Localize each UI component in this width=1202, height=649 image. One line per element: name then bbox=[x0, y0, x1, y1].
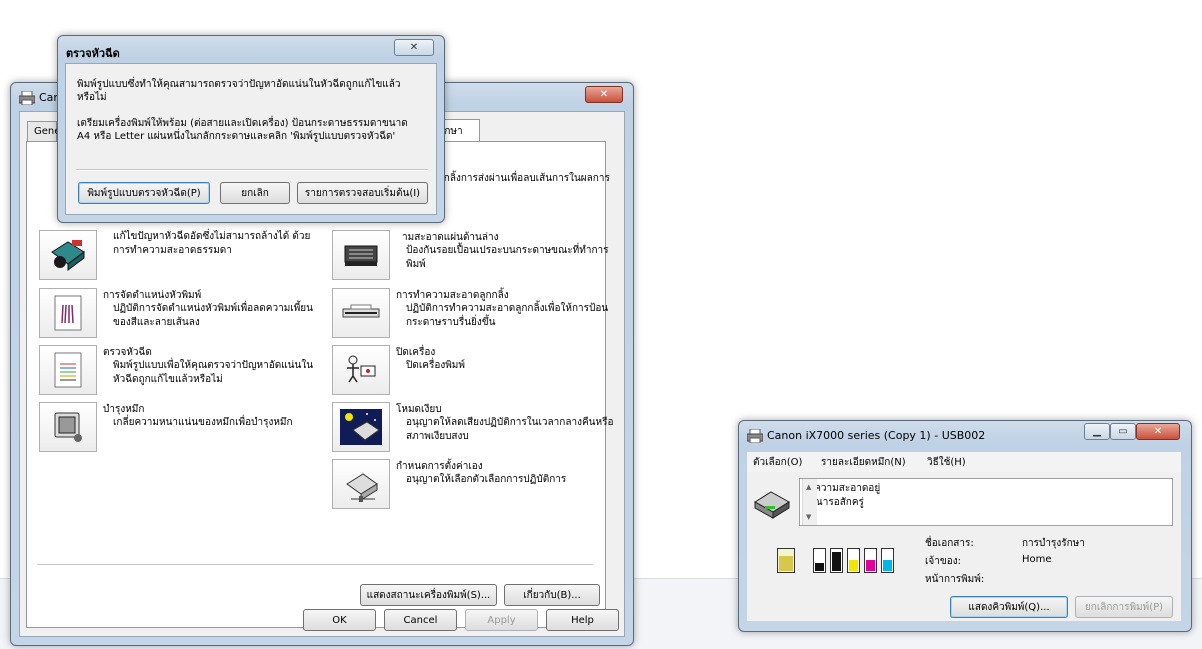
nozzle-description: พิมพ์รูปแบบซึ่งทำให้คุณสามารถตรวจว่าปัญห… bbox=[77, 79, 401, 103]
power-off-icon[interactable] bbox=[332, 345, 390, 395]
document-name-value: การบำรุงรักษา bbox=[1022, 538, 1085, 549]
close-button[interactable]: ✕ bbox=[585, 86, 623, 103]
help-button[interactable]: Help bbox=[546, 609, 619, 631]
ink-level-fill bbox=[815, 563, 824, 571]
nozzle-check-dialog: ตรวจหัวฉีด ✕ พิมพ์รูปแบบซึ่งทำให้คุณสามา… bbox=[57, 35, 445, 223]
document-name-label: ชื่อเอกสาร: bbox=[925, 538, 974, 549]
menu-help[interactable]: วิธีใช้(H) bbox=[927, 455, 966, 470]
status-message-box: ทำความสะอาดอยู่ กรุณารอสักครู่ ▲ ▼ bbox=[799, 478, 1173, 526]
minimize-button[interactable]: ▁ bbox=[1084, 423, 1110, 440]
initial-check-items-button[interactable]: รายการตรวจสอบเริ่มต้น(I) bbox=[297, 182, 428, 204]
tab-general[interactable]: Gene bbox=[27, 121, 60, 141]
bottom-plate-cleaning-icon[interactable] bbox=[332, 230, 390, 280]
cancel-button[interactable]: Cancel bbox=[384, 609, 457, 631]
ink-tank-cyan bbox=[881, 548, 894, 573]
ok-button[interactable]: OK bbox=[303, 609, 376, 631]
display-print-queue-button[interactable]: แสดงคิวพิมพ์(Q)... bbox=[950, 596, 1068, 618]
ink-level-fill bbox=[866, 560, 875, 571]
cancel-printing-button[interactable]: ยกเลิกการพิมพ์(P) bbox=[1075, 596, 1173, 618]
printer-icon bbox=[18, 90, 36, 108]
printing-page-label: หน้าการพิมพ์: bbox=[925, 574, 985, 585]
status-monitor-window: Canon iX7000 series (Copy 1) - USB002 ▁ … bbox=[738, 420, 1192, 632]
message-scrollbar[interactable]: ▲ ▼ bbox=[802, 479, 817, 525]
ink-level-fill bbox=[832, 552, 841, 571]
print-head-alignment-icon[interactable] bbox=[39, 288, 97, 338]
deep-cleaning-icon[interactable] bbox=[39, 230, 97, 280]
close-button[interactable]: ✕ bbox=[394, 39, 434, 56]
nozzle-check-icon[interactable] bbox=[39, 345, 97, 395]
scroll-down-icon[interactable]: ▼ bbox=[806, 513, 811, 521]
menu-ink-details[interactable]: รายละเอียดหมึก(N) bbox=[821, 455, 906, 470]
maximize-button[interactable]: ▭ bbox=[1110, 423, 1136, 440]
close-button[interactable]: ✕ bbox=[1136, 423, 1180, 440]
about-button[interactable]: เกี่ยวกับ(B)... bbox=[504, 584, 600, 606]
custom-settings-icon[interactable] bbox=[332, 459, 390, 509]
printer-status-icon bbox=[753, 488, 791, 523]
paper-feed-roller-icon[interactable] bbox=[332, 288, 390, 338]
panel-separator bbox=[37, 564, 593, 566]
dialog-title: ตรวจหัวฉีด bbox=[66, 47, 120, 60]
window-title: Canon iX7000 series (Copy 1) - USB002 bbox=[767, 429, 986, 442]
printer-icon bbox=[746, 428, 764, 446]
apply-button[interactable]: Apply bbox=[465, 609, 538, 631]
quiet-mode-icon[interactable] bbox=[332, 402, 390, 452]
ink-level-fill bbox=[779, 556, 793, 571]
ink-tank-magenta bbox=[864, 548, 877, 573]
scroll-up-icon[interactable]: ▲ bbox=[806, 483, 811, 491]
ink-tank-yellow bbox=[847, 548, 860, 573]
menu-options[interactable]: ตัวเลือก(O) bbox=[753, 455, 802, 470]
view-printer-status-button[interactable]: แสดงสถานะเครื่องพิมพ์(S)... bbox=[360, 584, 497, 606]
monitor-client: ทำความสะอาดอยู่ กรุณารอสักครู่ ▲ ▼ ชื่อเ… bbox=[747, 472, 1181, 621]
menu-bar: ตัวเลือก(O) รายละเอียดหมึก(N) วิธีใช้(H) bbox=[747, 452, 1181, 473]
ink-tank-yellow-tank bbox=[777, 548, 795, 573]
dialog-separator bbox=[76, 169, 428, 171]
ink-maintenance-icon[interactable] bbox=[39, 402, 97, 452]
ink-tank-black-1 bbox=[813, 548, 826, 573]
ink-tank-black-2 bbox=[830, 548, 843, 573]
ink-level-fill bbox=[849, 560, 858, 571]
cancel-button[interactable]: ยกเลิก bbox=[220, 182, 290, 204]
owner-label: เจ้าของ: bbox=[925, 556, 961, 567]
owner-value: Home bbox=[1022, 554, 1052, 565]
nozzle-instructions: เตรียมเครื่องพิมพ์ให้พร้อม (ต่อสายและเปิ… bbox=[77, 118, 408, 142]
dialog-client: พิมพ์รูปแบบซึ่งทำให้คุณสามารถตรวจว่าปัญห… bbox=[65, 63, 437, 215]
ink-level-fill bbox=[883, 560, 892, 571]
print-check-pattern-button[interactable]: พิมพ์รูปแบบตรวจหัวฉีด(P) bbox=[78, 182, 210, 204]
